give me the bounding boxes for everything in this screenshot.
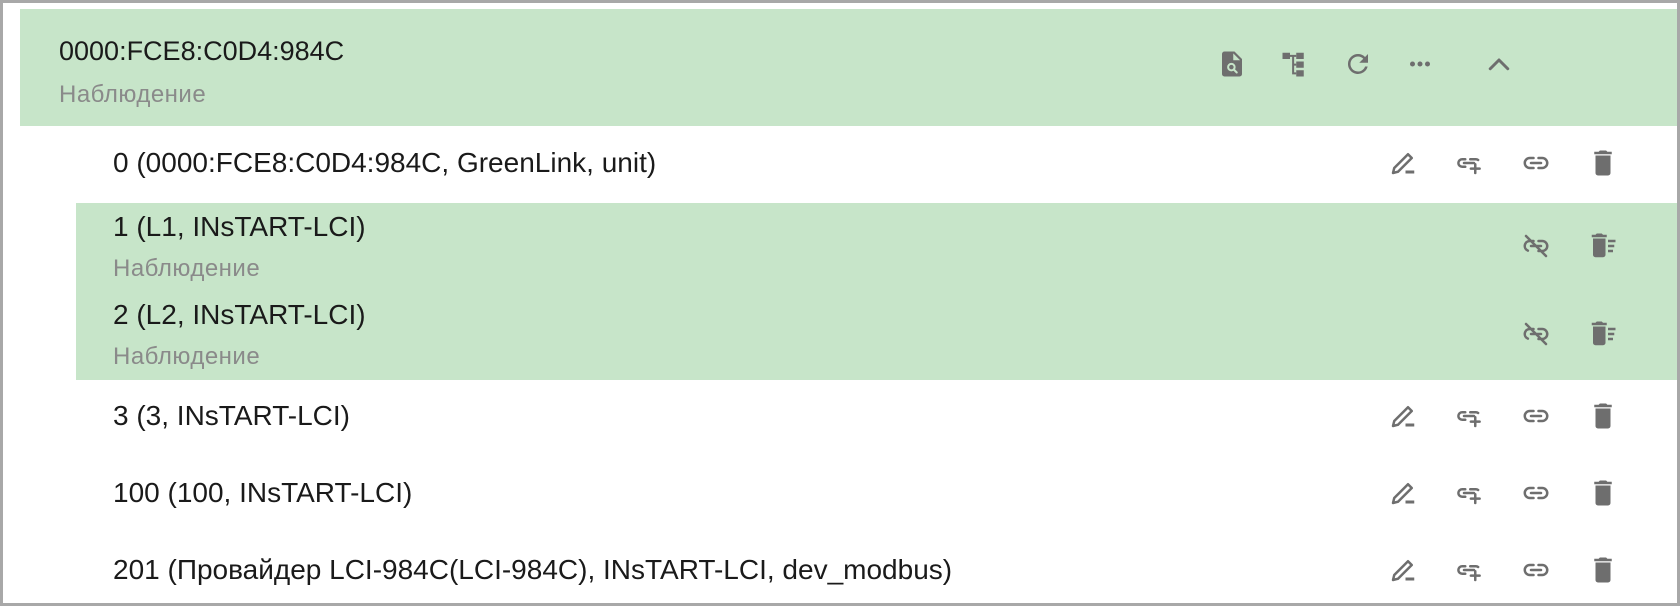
list-item-status: Наблюдение (113, 255, 261, 282)
link-add-icon[interactable] (1452, 476, 1486, 510)
delete-sweep-icon[interactable] (1586, 317, 1620, 351)
link-icon[interactable] (1519, 553, 1553, 587)
device-title: 0000:FCE8:C0D4:984C (59, 36, 345, 66)
delete-icon[interactable] (1586, 399, 1620, 433)
list-item-label: 1 (L1, INsTART-LCI) (113, 211, 366, 242)
link-icon[interactable] (1519, 146, 1553, 180)
edit-icon[interactable] (1386, 146, 1420, 180)
more-horizontal-icon[interactable] (1403, 47, 1437, 81)
list-item-label: 3 (3, INsTART-LCI) (113, 400, 351, 431)
list-item-label: 201 (Провайдер LCI-984C(LCI-984C), INsTA… (113, 554, 953, 585)
list-item-status: Наблюдение (113, 343, 261, 370)
delete-sweep-icon[interactable] (1586, 229, 1620, 263)
list-item-label: 0 (0000:FCE8:C0D4:984C, GreenLink, unit) (113, 147, 657, 178)
delete-icon[interactable] (1586, 146, 1620, 180)
chevron-up-icon[interactable] (1482, 48, 1516, 82)
link-add-icon[interactable] (1452, 146, 1486, 180)
refresh-icon[interactable] (1341, 47, 1375, 81)
list-item[interactable]: 3 (3, INsTART-LCI) (76, 380, 1677, 457)
edit-icon[interactable] (1386, 553, 1420, 587)
delete-icon[interactable] (1586, 476, 1620, 510)
link-icon[interactable] (1519, 476, 1553, 510)
list-item-label: 2 (L2, INsTART-LCI) (113, 299, 366, 330)
document-search-icon[interactable] (1215, 47, 1249, 81)
list-item[interactable]: 201 (Провайдер LCI-984C(LCI-984C), INsTA… (76, 534, 1677, 603)
edit-icon[interactable] (1386, 476, 1420, 510)
list-item[interactable]: 1 (L1, INsTART-LCI) Наблюдение (76, 203, 1677, 291)
delete-icon[interactable] (1586, 553, 1620, 587)
device-status: Наблюдение (59, 81, 207, 108)
link-off-icon[interactable] (1519, 229, 1553, 263)
link-add-icon[interactable] (1452, 399, 1486, 433)
list-item-label: 100 (100, INsTART-LCI) (113, 477, 413, 508)
device-panel: 0000:FCE8:C0D4:984C Наблюдение 0 (0000:F… (0, 0, 1680, 606)
link-icon[interactable] (1519, 399, 1553, 433)
edit-icon[interactable] (1386, 399, 1420, 433)
list-item[interactable]: 2 (L2, INsTART-LCI) Наблюдение (76, 291, 1677, 380)
device-header[interactable]: 0000:FCE8:C0D4:984C Наблюдение (20, 9, 1677, 126)
list-item[interactable]: 100 (100, INsTART-LCI) (76, 457, 1677, 534)
link-off-icon[interactable] (1519, 317, 1553, 351)
tree-structure-icon[interactable] (1278, 47, 1312, 81)
list-item[interactable]: 0 (0000:FCE8:C0D4:984C, GreenLink, unit) (76, 126, 1677, 203)
link-add-icon[interactable] (1452, 553, 1486, 587)
